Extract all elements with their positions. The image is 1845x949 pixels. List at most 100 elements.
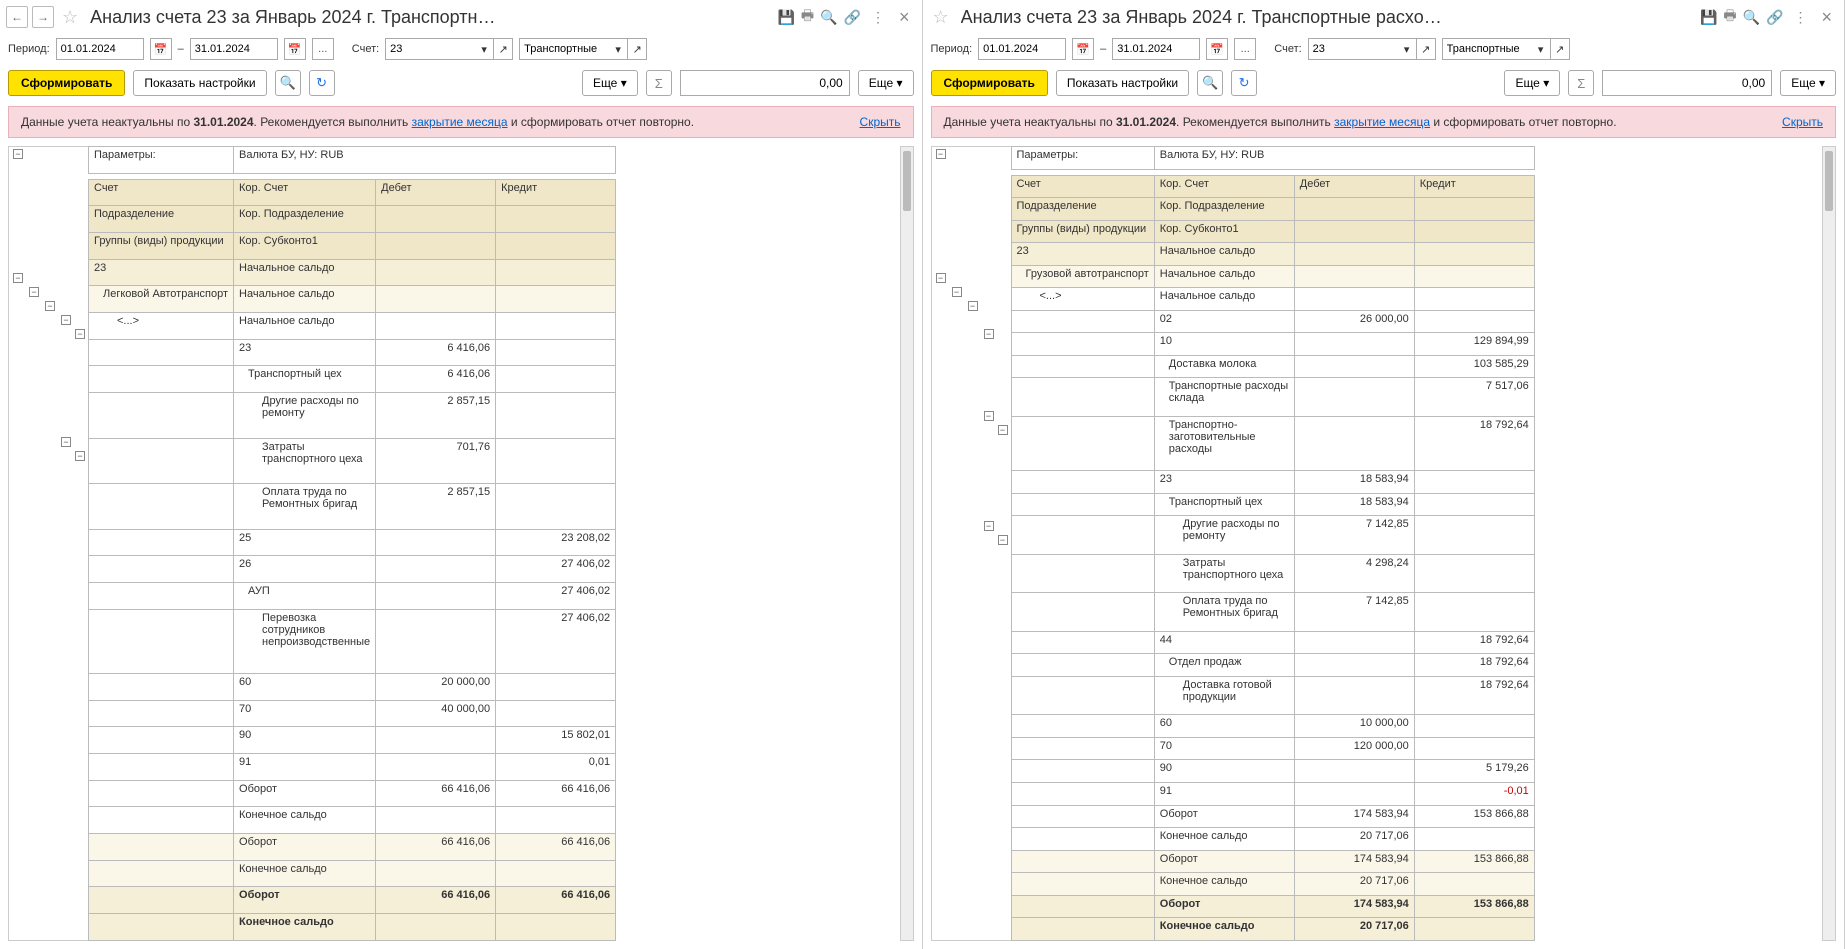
report-table: Параметры:Валюта БУ, НУ: RUB СчетКор. Сч… xyxy=(1011,146,1535,941)
link-icon[interactable]: 🔗 xyxy=(1766,9,1783,26)
report-area: − − − − − − − − − Параметры:Валюта БУ, Н… xyxy=(923,142,1845,949)
account-label: Счет: xyxy=(1274,43,1301,55)
org-dropdown-button[interactable]: ▾ xyxy=(609,38,627,60)
period-picker-button[interactable]: ... xyxy=(1234,38,1256,60)
vertical-scrollbar[interactable] xyxy=(900,146,914,941)
preview-icon[interactable]: 🔍 xyxy=(820,9,837,26)
tree-toggle[interactable]: − xyxy=(936,273,946,283)
tree-toggle[interactable]: − xyxy=(968,301,978,311)
params-value: Валюта БУ, НУ: RUB xyxy=(1154,147,1534,170)
titlebar: ← → ☆ Анализ счета 23 за Январь 2024 г. … xyxy=(0,0,922,34)
generate-button[interactable]: Сформировать xyxy=(8,70,125,96)
titlebar: ☆ Анализ счета 23 за Январь 2024 г. Тран… xyxy=(923,0,1845,34)
date-to-input[interactable] xyxy=(1112,38,1200,60)
period-picker-button[interactable]: ... xyxy=(312,38,334,60)
close-button[interactable]: × xyxy=(1815,7,1838,28)
account-open-button[interactable]: ↗ xyxy=(1416,38,1436,60)
org-open-button[interactable]: ↗ xyxy=(1550,38,1570,60)
filter-bar: Период: 📅 – 📅 ... Счет: ▾ ↗ ▾ ↗ xyxy=(923,34,1845,64)
sum-field[interactable] xyxy=(1602,70,1772,96)
tree-toggle[interactable]: − xyxy=(984,521,994,531)
account-input[interactable] xyxy=(385,38,475,60)
window-title: Анализ счета 23 за Январь 2024 г. Трансп… xyxy=(90,7,773,28)
preview-icon[interactable]: 🔍 xyxy=(1743,9,1760,26)
pane-right: ☆ Анализ счета 23 за Январь 2024 г. Тран… xyxy=(923,0,1845,949)
period-label: Период: xyxy=(931,43,973,55)
generate-button[interactable]: Сформировать xyxy=(931,70,1048,96)
sum-field[interactable] xyxy=(680,70,850,96)
tree-toggle[interactable]: − xyxy=(75,451,85,461)
calendar-to-button[interactable]: 📅 xyxy=(1206,38,1228,60)
dash-separator: – xyxy=(1100,43,1106,55)
close-month-link[interactable]: закрытие месяца xyxy=(412,115,508,129)
org-input[interactable] xyxy=(1442,38,1532,60)
tree-toggle[interactable]: − xyxy=(45,301,55,311)
find-button[interactable]: 🔍 xyxy=(275,70,301,96)
show-settings-button[interactable]: Показать настройки xyxy=(1056,70,1189,96)
dash-separator: – xyxy=(178,43,184,55)
hide-banner-link[interactable]: Скрыть xyxy=(860,115,901,129)
action-toolbar: Сформировать Показать настройки 🔍 ↻ Еще … xyxy=(923,64,1845,102)
pane-left: ← → ☆ Анализ счета 23 за Январь 2024 г. … xyxy=(0,0,923,949)
tree-toggle[interactable]: − xyxy=(61,315,71,325)
account-label: Счет: xyxy=(352,43,379,55)
hide-banner-link[interactable]: Скрыть xyxy=(1782,115,1823,129)
account-dropdown-button[interactable]: ▾ xyxy=(1398,38,1416,60)
org-dropdown-button[interactable]: ▾ xyxy=(1532,38,1550,60)
save-icon[interactable]: 💾 xyxy=(777,9,794,26)
close-month-link[interactable]: закрытие месяца xyxy=(1334,115,1430,129)
tree-toggle[interactable]: − xyxy=(75,329,85,339)
more-button-2[interactable]: Еще ▾ xyxy=(858,70,914,96)
more-menu-icon[interactable]: ⋮ xyxy=(1789,9,1811,26)
calendar-to-button[interactable]: 📅 xyxy=(284,38,306,60)
tree-toggle[interactable]: − xyxy=(936,149,946,159)
sigma-button[interactable]: Σ xyxy=(646,70,672,96)
more-menu-icon[interactable]: ⋮ xyxy=(867,9,889,26)
vertical-scrollbar[interactable] xyxy=(1822,146,1836,941)
date-to-input[interactable] xyxy=(190,38,278,60)
show-settings-button[interactable]: Показать настройки xyxy=(133,70,266,96)
report-table: Параметры:Валюта БУ, НУ: RUB СчетКор. Сч… xyxy=(88,146,616,941)
tree-toggle[interactable]: − xyxy=(29,287,39,297)
nav-forward-button[interactable]: → xyxy=(32,6,54,28)
date-from-input[interactable] xyxy=(978,38,1066,60)
params-value: Валюта БУ, НУ: RUB xyxy=(234,147,616,174)
calendar-from-button[interactable]: 📅 xyxy=(150,38,172,60)
params-label: Параметры: xyxy=(89,147,234,174)
account-dropdown-button[interactable]: ▾ xyxy=(475,38,493,60)
warning-banner: Данные учета неактуальны по 31.01.2024. … xyxy=(931,106,1837,138)
tree-toggle[interactable]: − xyxy=(61,437,71,447)
refresh-button[interactable]: ↻ xyxy=(1231,70,1257,96)
tree-toggle[interactable]: − xyxy=(998,535,1008,545)
period-label: Период: xyxy=(8,43,50,55)
window-title: Анализ счета 23 за Январь 2024 г. Трансп… xyxy=(961,7,1696,28)
refresh-button[interactable]: ↻ xyxy=(309,70,335,96)
org-open-button[interactable]: ↗ xyxy=(627,38,647,60)
print-icon[interactable]: 🖶 xyxy=(801,5,814,29)
link-icon[interactable]: 🔗 xyxy=(844,9,861,26)
tree-toggle[interactable]: − xyxy=(952,287,962,297)
calendar-from-button[interactable]: 📅 xyxy=(1072,38,1094,60)
tree-toggle[interactable]: − xyxy=(984,411,994,421)
favorite-star-icon[interactable]: ☆ xyxy=(62,7,78,28)
favorite-star-icon[interactable]: ☆ xyxy=(933,7,949,28)
more-button-2[interactable]: Еще ▾ xyxy=(1780,70,1836,96)
action-toolbar: Сформировать Показать настройки 🔍 ↻ Еще … xyxy=(0,64,922,102)
tree-toggle[interactable]: − xyxy=(13,273,23,283)
tree-gutter: − − − − − − − − xyxy=(8,146,88,941)
close-button[interactable]: × xyxy=(893,7,916,28)
tree-toggle[interactable]: − xyxy=(13,149,23,159)
print-icon[interactable]: 🖶 xyxy=(1723,5,1736,29)
nav-back-button[interactable]: ← xyxy=(6,6,28,28)
date-from-input[interactable] xyxy=(56,38,144,60)
find-button[interactable]: 🔍 xyxy=(1197,70,1223,96)
sigma-button[interactable]: Σ xyxy=(1568,70,1594,96)
account-open-button[interactable]: ↗ xyxy=(493,38,513,60)
more-button-1[interactable]: Еще ▾ xyxy=(582,70,638,96)
account-input[interactable] xyxy=(1308,38,1398,60)
save-icon[interactable]: 💾 xyxy=(1700,9,1717,26)
tree-toggle[interactable]: − xyxy=(984,329,994,339)
tree-toggle[interactable]: − xyxy=(998,425,1008,435)
more-button-1[interactable]: Еще ▾ xyxy=(1504,70,1560,96)
org-input[interactable] xyxy=(519,38,609,60)
